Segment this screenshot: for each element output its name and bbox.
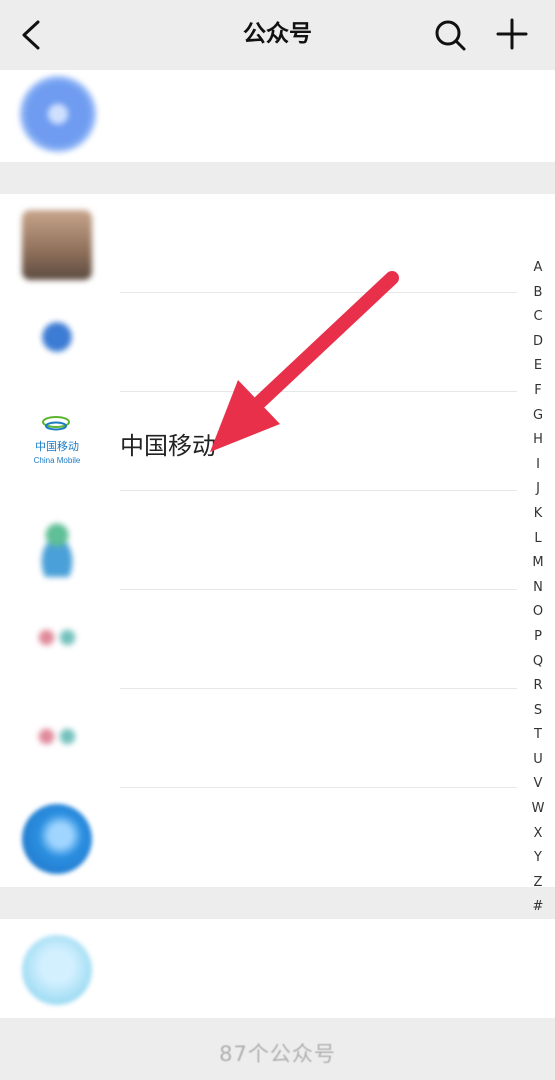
list-item-china-mobile[interactable]: 中国移动 China Mobile 中国移动 <box>0 392 555 491</box>
list-item[interactable] <box>0 194 555 293</box>
plus-icon[interactable] <box>492 14 532 54</box>
section-header <box>0 887 555 919</box>
index-letter[interactable]: W <box>526 797 550 822</box>
index-letter[interactable]: M <box>526 551 550 576</box>
china-mobile-logo-icon: 中国移动 China Mobile <box>34 416 81 465</box>
list-item[interactable] <box>0 491 555 590</box>
account-count: 87个公众号 <box>219 1042 336 1066</box>
index-letter[interactable]: T <box>526 723 550 748</box>
index-letter[interactable]: H <box>526 428 550 453</box>
list-item[interactable] <box>0 293 555 392</box>
index-letter[interactable]: K <box>526 502 550 527</box>
top-bar: 公众号 <box>0 0 555 70</box>
index-letter[interactable]: D <box>526 330 550 355</box>
account-avatar <box>22 705 92 775</box>
account-avatar <box>20 76 96 152</box>
account-avatar <box>22 507 92 577</box>
account-avatar <box>22 606 92 676</box>
list-item[interactable] <box>0 689 555 788</box>
page-title: 公众号 <box>243 21 312 47</box>
index-letter[interactable]: X <box>526 822 550 847</box>
account-avatar <box>22 935 92 1005</box>
list-item[interactable] <box>0 788 555 887</box>
index-letter[interactable]: P <box>526 625 550 650</box>
account-avatar <box>22 309 92 379</box>
index-letter[interactable]: E <box>526 354 550 379</box>
index-letter[interactable]: R <box>526 674 550 699</box>
index-letter[interactable]: Y <box>526 846 550 871</box>
index-letter[interactable]: C <box>526 305 550 330</box>
account-list: 中国移动 China Mobile 中国移动 <box>0 70 555 1018</box>
index-letter[interactable]: I <box>526 453 550 478</box>
index-letter[interactable]: # <box>526 895 550 920</box>
index-letter[interactable]: J <box>526 477 550 502</box>
china-mobile-logo-cn: 中国移动 <box>35 440 79 453</box>
footer: 87个公众号 <box>0 1020 555 1080</box>
index-letter[interactable]: V <box>526 772 550 797</box>
index-letter[interactable]: Z <box>526 871 550 896</box>
index-letter[interactable]: O <box>526 600 550 625</box>
index-letter[interactable]: L <box>526 527 550 552</box>
index-letter[interactable]: Q <box>526 650 550 675</box>
china-mobile-logo: 中国移动 China Mobile <box>22 408 92 478</box>
list-item[interactable] <box>0 70 555 162</box>
section-header <box>0 162 555 194</box>
index-letter[interactable]: F <box>526 379 550 404</box>
list-item[interactable] <box>0 590 555 689</box>
account-avatar <box>22 210 92 280</box>
index-letter[interactable]: G <box>526 404 550 429</box>
index-letter[interactable]: S <box>526 699 550 724</box>
china-mobile-logo-en: China Mobile <box>34 456 81 465</box>
index-letter[interactable]: U <box>526 748 550 773</box>
list-item[interactable] <box>0 919 555 1018</box>
search-icon[interactable] <box>430 16 470 54</box>
index-letter[interactable]: N <box>526 576 550 601</box>
account-name: 中国移动 <box>120 432 216 460</box>
index-letter[interactable]: B <box>526 281 550 306</box>
account-avatar <box>22 804 92 874</box>
index-letter[interactable]: A <box>526 256 550 281</box>
alphabet-index[interactable]: A B C D E F G H I J K L M N O P Q R S T U V W X Y Z # <box>526 256 550 920</box>
